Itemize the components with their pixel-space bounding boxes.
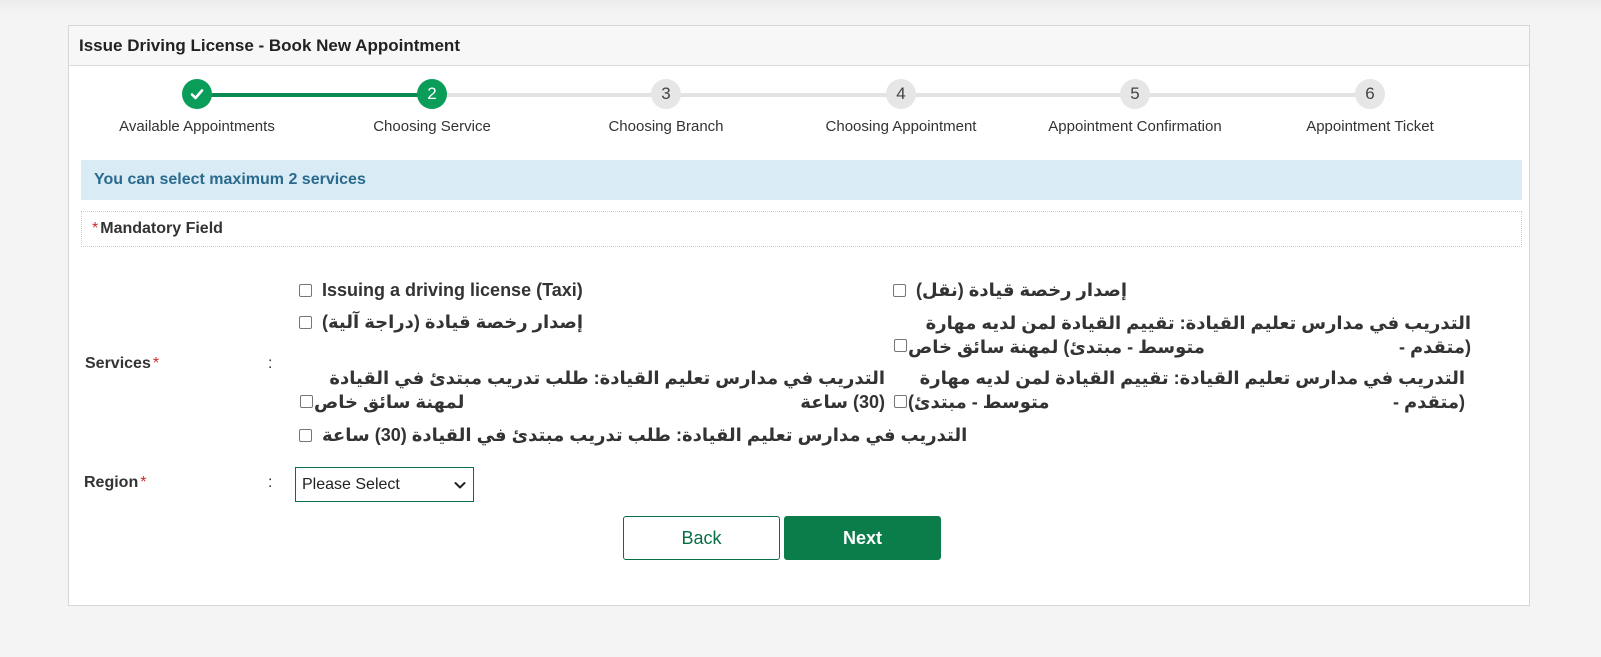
service-label-line2: لمهنة سائق خاص	[314, 392, 465, 412]
service-option-taxi: Issuing a driving license (Taxi)	[299, 278, 583, 302]
service-checkbox-transport[interactable]	[893, 284, 906, 297]
step-available-appointments: Available Appointments	[77, 66, 317, 135]
region-select[interactable]: Please Select	[295, 467, 474, 502]
required-star: *	[92, 220, 99, 237]
back-button[interactable]: Back	[623, 516, 780, 560]
max-services-alert: You can select maximum 2 services	[81, 160, 1522, 200]
step-choosing-service: 2 Choosing Service	[312, 66, 552, 135]
service-label: إصدار رخصة قيادة (نقل)	[916, 280, 1128, 300]
service-option-transport: إصدار رخصة قيادة (نقل)	[893, 278, 1127, 302]
panel-title: Issue Driving License - Book New Appoint…	[69, 26, 1529, 66]
chevron-down-icon	[454, 481, 466, 488]
step-1-circle	[182, 79, 212, 109]
step-choosing-appointment: 4 Choosing Appointment	[781, 66, 1021, 135]
region-select-value: Please Select	[302, 475, 400, 493]
next-button[interactable]: Next	[784, 516, 941, 560]
service-option-beginner-30h: التدريب في مدارس تعليم القيادة: طلب تدري…	[299, 423, 967, 447]
mandatory-field-label: Mandatory Field	[100, 220, 223, 237]
step-label: Appointment Ticket	[1306, 118, 1434, 135]
step-4-circle: 4	[886, 79, 916, 109]
step-6-circle: 6	[1355, 79, 1385, 109]
step-label: Choosing Branch	[608, 118, 724, 135]
step-5-circle: 5	[1120, 79, 1150, 109]
step-3-circle: 3	[651, 79, 681, 109]
service-option-motorcycle: إصدار رخصة قيادة (دراجة آلية)	[299, 310, 583, 334]
top-band	[0, 0, 1601, 14]
step-choosing-branch: 3 Choosing Branch	[546, 66, 786, 135]
step-label: Available Appointments	[119, 118, 275, 135]
region-label: Region *	[84, 474, 147, 491]
step-label: Choosing Appointment	[825, 118, 977, 135]
service-label-line2: متوسط - مبتدئ)	[908, 392, 1050, 412]
mandatory-field-note: * Mandatory Field	[81, 211, 1522, 247]
services-colon: :	[268, 355, 273, 372]
step-appointment-confirmation: 5 Appointment Confirmation	[1015, 66, 1255, 135]
step-appointment-ticket: 6 Appointment Ticket	[1250, 66, 1490, 135]
service-label: التدريب في مدارس تعليم القيادة: طلب تدري…	[322, 425, 968, 445]
region-colon: :	[268, 474, 273, 491]
checkmark-icon	[190, 89, 204, 100]
service-checkbox-beginner-30h[interactable]	[299, 429, 312, 442]
services-label: Services *	[85, 355, 160, 372]
service-label-line2: متوسط - مبتدئ) لمهنة سائق خاص	[908, 337, 1205, 357]
step-label: Appointment Confirmation	[1048, 118, 1222, 135]
progress-stepper: Available Appointments 2 Choosing Servic…	[69, 66, 1529, 158]
service-label: إصدار رخصة قيادة (دراجة آلية)	[322, 312, 584, 332]
service-checkbox-taxi[interactable]	[299, 284, 312, 297]
service-checkbox-motorcycle[interactable]	[299, 316, 312, 329]
service-label: Issuing a driving license (Taxi)	[322, 280, 583, 300]
service-checkbox-beginner-private[interactable]	[300, 395, 313, 408]
step-2-circle: 2	[417, 79, 447, 109]
step-label: Choosing Service	[373, 118, 491, 135]
booking-panel: Issue Driving License - Book New Appoint…	[68, 25, 1530, 606]
service-checkbox-assessment[interactable]	[894, 395, 907, 408]
service-checkbox-assessment-private[interactable]	[894, 339, 907, 352]
